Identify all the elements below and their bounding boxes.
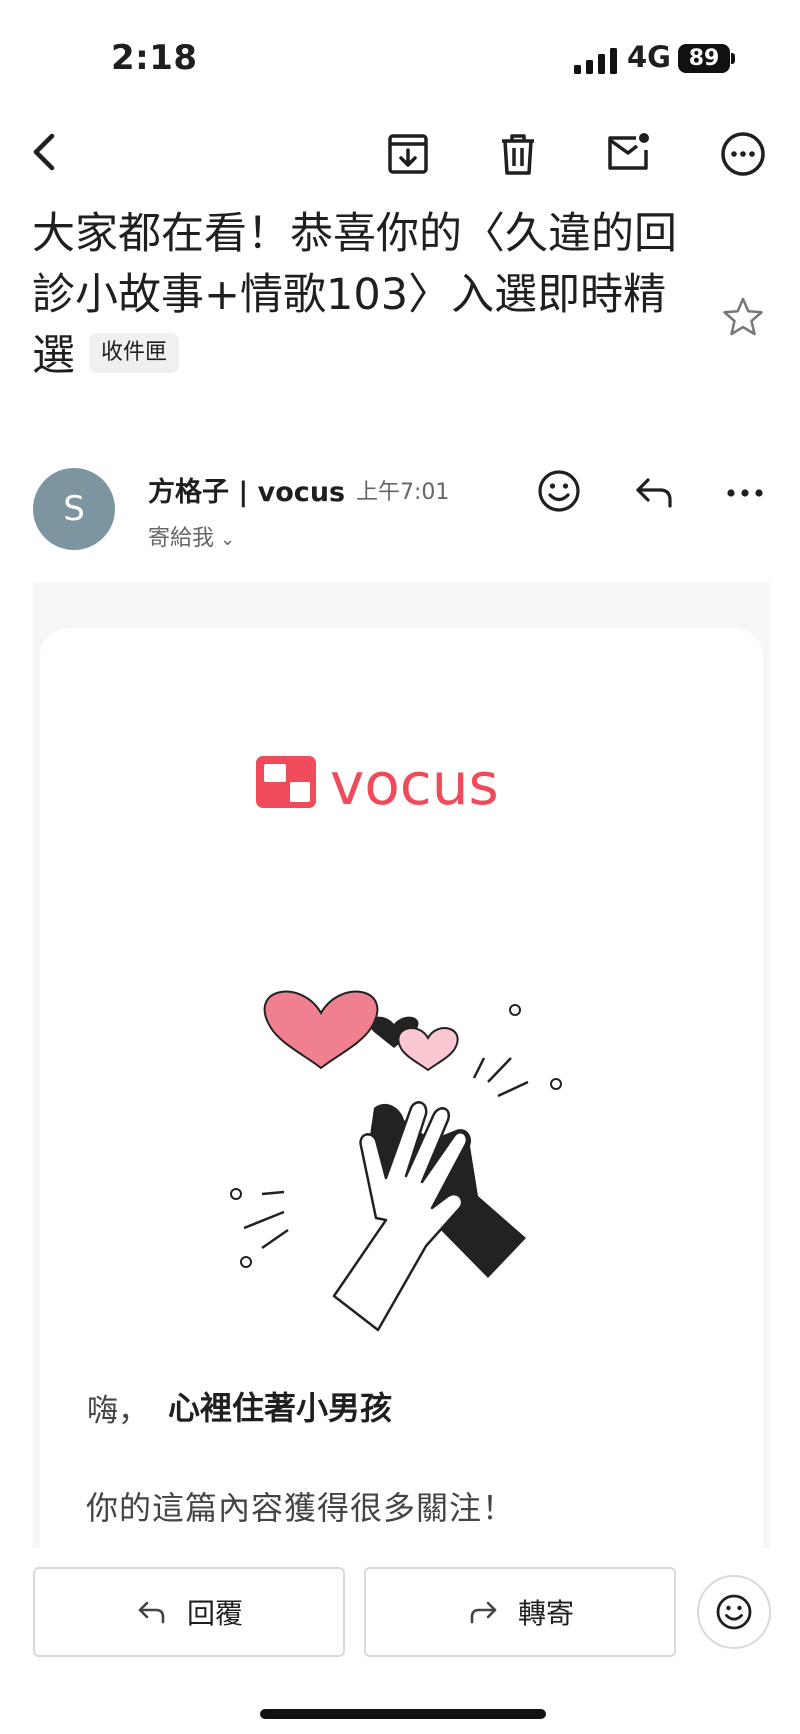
home-indicator[interactable] [260, 1709, 546, 1719]
more-options-button[interactable] [715, 126, 771, 182]
archive-icon [388, 134, 428, 174]
email-subject: 大家都在看！恭喜你的〈久違的回診小故事+情歌103〉入選即時精選 收件匣 [32, 204, 680, 387]
delete-button[interactable] [490, 126, 546, 182]
sent-time: 上午7:01 [356, 480, 450, 505]
chevron-left-icon [33, 133, 55, 171]
logo-wordmark: vocus [330, 752, 499, 818]
forward-action-button[interactable]: 轉寄 [364, 1567, 676, 1657]
battery-icon: 89 [678, 44, 730, 73]
sender-name[interactable]: 方格子 | vocus [148, 470, 345, 509]
trash-icon [502, 134, 534, 175]
recipient-name: 心裡住著小男孩 [168, 1389, 393, 1427]
recipient-label: 寄給我 [148, 526, 215, 551]
message-text: 你的這篇內容獲得很多關注！ [86, 1489, 516, 1527]
reply-icon [636, 478, 672, 508]
recipient-toggle[interactable]: 寄給我 ⌄ [148, 520, 235, 552]
chevron-down-icon: ⌄ [220, 529, 236, 550]
mail-unread-icon [608, 133, 649, 170]
sender-avatar[interactable]: S [33, 468, 115, 550]
more-horizontal-icon [727, 489, 763, 497]
battery-tip [731, 53, 735, 64]
smiley-icon [716, 1594, 752, 1630]
emoji-reaction-button[interactable] [697, 1575, 771, 1649]
greeting-text: 嗨， [87, 1393, 149, 1429]
reply-label: 回覆 [186, 1597, 243, 1630]
more-circle-icon [721, 132, 765, 176]
reply-icon [138, 1601, 165, 1624]
emoji-react-button[interactable] [536, 468, 582, 518]
archive-button[interactable] [380, 126, 436, 182]
forward-icon [470, 1601, 497, 1624]
reply-button[interactable] [632, 470, 678, 520]
status-time: 2:18 [111, 38, 198, 78]
inbox-label-chip[interactable]: 收件匣 [89, 332, 180, 373]
vocus-logo: vocus [256, 752, 499, 818]
mark-unread-button[interactable] [600, 124, 656, 180]
back-button[interactable] [18, 124, 74, 180]
reply-action-button[interactable]: 回覆 [33, 1567, 345, 1657]
smiley-icon [538, 470, 580, 512]
star-icon[interactable] [722, 296, 764, 338]
cellular-signal-icon [574, 48, 617, 74]
forward-label: 轉寄 [517, 1597, 574, 1630]
high-five-hearts-illustration [230, 990, 562, 1332]
network-type: 4G [627, 40, 671, 74]
message-more-button[interactable] [722, 470, 768, 520]
